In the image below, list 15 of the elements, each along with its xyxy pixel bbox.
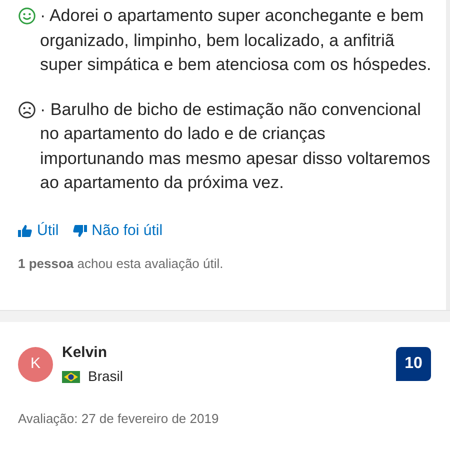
avatar: K [18, 346, 53, 382]
helpful-button[interactable]: Útil [18, 220, 59, 242]
frowning-face-icon [18, 100, 36, 118]
review-comment: · Barulho de bicho de estimação não convencional no apartamento do lado e de crianças importunando mas mesmo apesar disso voltaremos ao apartamento da próxima vez. [40, 98, 432, 194]
helpful-count: 1 pessoa achou esta avaliação útil. [18, 255, 224, 273]
reviewer-name: Kelvin [62, 342, 108, 362]
review-date: Avaliação: 27 de fevereiro de 2019 [18, 410, 220, 428]
thumbs-up-icon [18, 224, 32, 237]
not-helpful-button[interactable]: Não foi útil [72, 220, 163, 242]
thumbs-down-icon [72, 224, 87, 237]
review-comment: · Adorei o apartamento super aconchegante e bem organizado, limpinho, bem localizado, a anfitriã super simpática e bem atenciosa com os hóspedes. [40, 5, 432, 76]
flag-icon [62, 370, 80, 382]
score-badge: 10 [396, 347, 431, 382]
reviewer-country: Brasil [88, 367, 124, 386]
smiley-icon [18, 7, 36, 25]
